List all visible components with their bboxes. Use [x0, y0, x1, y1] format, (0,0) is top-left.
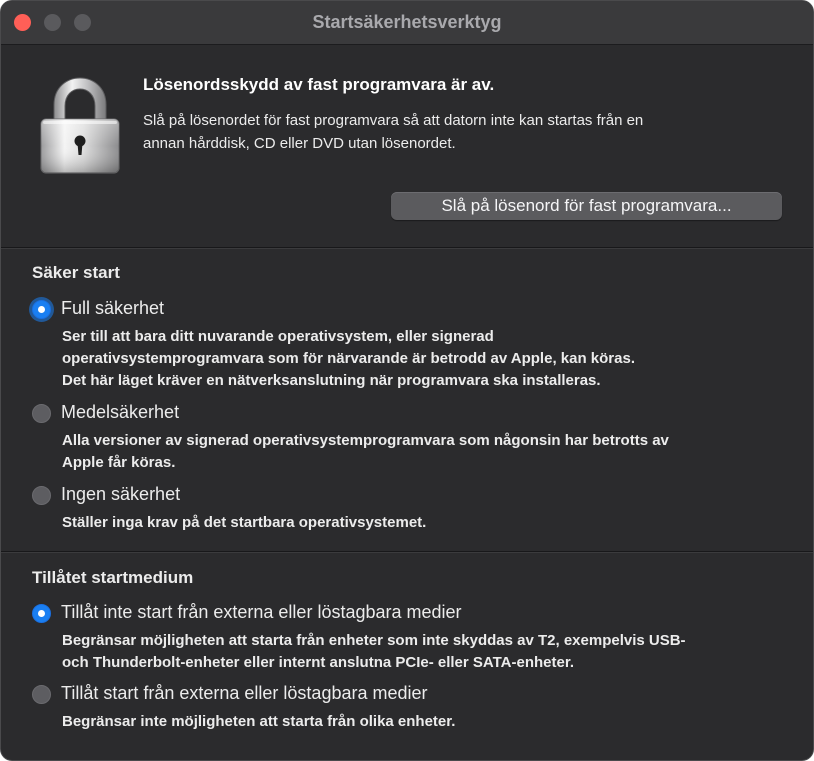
description-line: Ställer inga krav på det startbara opera… — [62, 514, 427, 531]
disallow-external-boot-description: Begränsar möjligheten att starta från en… — [62, 630, 782, 674]
allow-external-boot-radio[interactable] — [32, 685, 51, 704]
title-bar: Startsäkerhetsverktyg — [1, 1, 813, 45]
firmware-password-status-heading: Lösenordsskydd av fast programvara är av… — [143, 75, 495, 94]
medium-security-description: Alla versioner av signerad operativsyste… — [62, 430, 782, 474]
full-security-label[interactable]: Full säkerhet — [61, 298, 164, 319]
disallow-external-boot-label[interactable]: Tillåt inte start från externa eller lös… — [61, 602, 462, 623]
description-line: och Thunderbolt-enheter eller internt an… — [62, 654, 575, 671]
description-line: Apple får köras. — [62, 454, 176, 471]
description-line: Ser till att bara ditt nuvarande operati… — [62, 328, 494, 345]
no-security-radio[interactable] — [32, 486, 51, 505]
description-line: Det här läget kräver en nätverksanslutni… — [62, 372, 601, 389]
full-security-radio[interactable] — [32, 300, 51, 319]
section-divider — [1, 551, 813, 553]
firmware-description-line: annan hårddisk, CD eller DVD utan löseno… — [143, 135, 456, 152]
section-divider — [1, 247, 813, 249]
medium-security-radio[interactable] — [32, 404, 51, 423]
no-security-description: Ställer inga krav på det startbara opera… — [62, 512, 782, 534]
window-title: Startsäkerhetsverktyg — [312, 12, 502, 32]
no-security-label[interactable]: Ingen säkerhet — [61, 484, 180, 505]
secure-boot-heading: Säker start — [32, 263, 120, 282]
full-security-description: Ser till att bara ditt nuvarande operati… — [62, 326, 782, 392]
description-line: Begränsar möjligheten att starta från en… — [62, 632, 686, 649]
startup-security-window: Startsäkerhetsverktyg Lösenordsskydd av … — [0, 0, 814, 761]
medium-security-label[interactable]: Medelsäkerhet — [61, 402, 179, 423]
padlock-icon — [40, 77, 120, 174]
description-line: Begränsar inte möjligheten att starta fr… — [62, 713, 456, 730]
firmware-password-description: Slå på lösenordet för fast programvara s… — [143, 109, 783, 155]
description-line: operativsystemprogramvara som för närvar… — [62, 350, 635, 367]
boot-media-heading: Tillåtet startmedium — [32, 568, 194, 587]
turn-on-firmware-password-button[interactable]: Slå på lösenord för fast programvara... — [391, 192, 782, 220]
disallow-external-boot-radio[interactable] — [32, 604, 51, 623]
allow-external-boot-label[interactable]: Tillåt start från externa eller löstagba… — [61, 683, 428, 704]
description-line: Alla versioner av signerad operativsyste… — [62, 432, 669, 449]
allow-external-boot-description: Begränsar inte möjligheten att starta fr… — [62, 711, 782, 733]
firmware-description-line: Slå på lösenordet för fast programvara s… — [143, 112, 644, 129]
